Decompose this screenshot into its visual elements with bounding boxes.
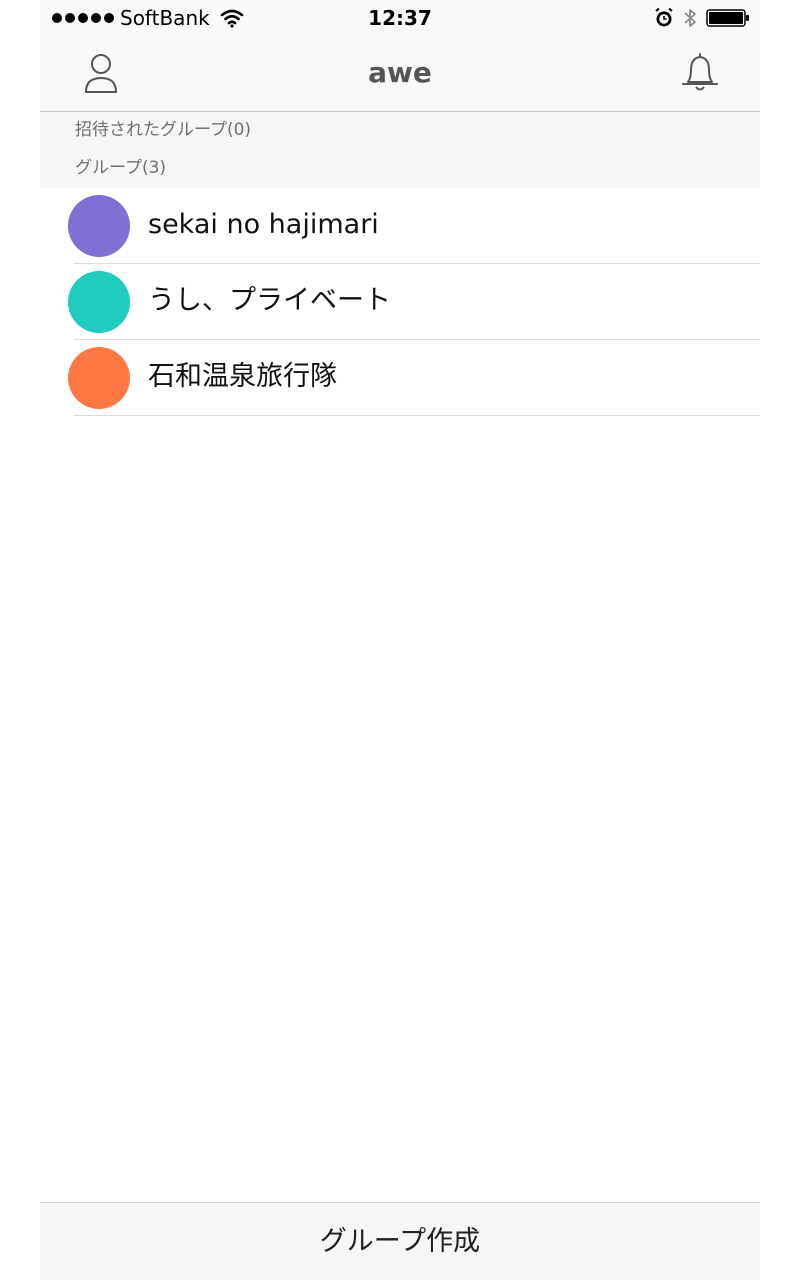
nav-title: awe xyxy=(368,56,432,89)
notifications-button[interactable] xyxy=(680,50,720,94)
status-right xyxy=(654,6,750,30)
bottom-bar: グループ作成 xyxy=(40,1202,760,1280)
group-list: sekai no hajimari うし、プライベート 石和温泉旅行隊 xyxy=(40,188,760,416)
group-name: うし、プライベート xyxy=(148,285,391,316)
bluetooth-icon xyxy=(684,9,696,27)
group-avatar xyxy=(68,195,130,257)
group-avatar xyxy=(68,271,130,333)
section-headers: 招待されたグループ(0) グループ(3) xyxy=(40,112,760,188)
groups-header: グループ(3) xyxy=(75,158,167,178)
alarm-icon xyxy=(655,7,673,27)
status-bar: SoftBank 12:37 xyxy=(40,0,760,36)
app-screen: SoftBank 12:37 awe 招待されたグループ(0) グループ(3) … xyxy=(40,0,760,1280)
status-time: 12:37 xyxy=(368,6,432,30)
group-row[interactable]: 石和温泉旅行隊 xyxy=(40,340,760,416)
group-avatar xyxy=(68,347,130,409)
group-name: 石和温泉旅行隊 xyxy=(148,361,337,392)
group-row[interactable]: うし、プライベート xyxy=(40,264,760,340)
invited-groups-header[interactable]: 招待されたグループ(0) xyxy=(75,120,251,140)
group-row[interactable]: sekai no hajimari xyxy=(40,188,760,264)
battery-icon xyxy=(706,9,749,27)
group-name: sekai no hajimari xyxy=(148,209,379,240)
nav-bar: awe xyxy=(40,36,760,112)
bell-icon xyxy=(682,53,718,91)
create-group-button[interactable]: グループ作成 xyxy=(40,1203,760,1280)
row-divider xyxy=(74,415,760,416)
